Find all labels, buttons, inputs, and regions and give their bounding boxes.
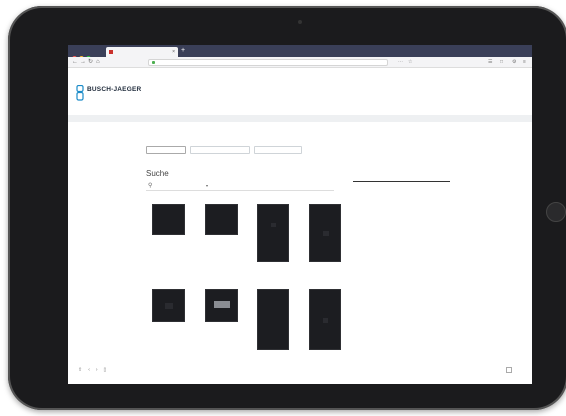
extension-icon[interactable]: ⚙	[512, 59, 516, 65]
logo-name: BUSCH-JAEGER	[87, 86, 142, 93]
logo[interactable]: BUSCH-JAEGER	[76, 85, 142, 101]
product-image	[257, 204, 289, 262]
page-title: Suche	[146, 169, 169, 178]
product-detail	[323, 231, 329, 236]
logo-icon	[76, 85, 84, 101]
product-detail	[271, 223, 276, 227]
forward-icon[interactable]: →	[80, 59, 86, 66]
search-bar: ⚲ ▾	[146, 182, 334, 191]
star-icon[interactable]: ☆	[408, 59, 412, 65]
product-image	[309, 204, 341, 262]
home-icon[interactable]: ⌂	[96, 59, 100, 66]
tab-close-icon[interactable]: ×	[172, 47, 175, 57]
reload-icon[interactable]: ↻	[88, 59, 93, 66]
back-icon[interactable]: ←	[72, 59, 78, 66]
search-icon: ⚲	[148, 183, 153, 189]
footer-link-boxed[interactable]	[506, 367, 512, 373]
browser-toolbar: ← → ↻ ⌂ ⋯ ☆ ☰ □ ⚙ ≡	[68, 57, 532, 68]
tab-third[interactable]	[254, 146, 302, 154]
footer-links	[498, 367, 524, 373]
browser-tab-bar: × +	[68, 45, 532, 61]
lock-icon	[152, 61, 155, 64]
breadcrumb	[68, 115, 532, 122]
tab-second[interactable]	[190, 146, 250, 154]
footer-icons: ⇧ ‹ › ▯	[78, 367, 112, 373]
product-image	[152, 289, 185, 322]
new-tab-button[interactable]: +	[181, 46, 185, 56]
browser-tab[interactable]: ×	[106, 47, 178, 57]
product-detail	[165, 303, 173, 309]
address-bar[interactable]	[148, 59, 388, 66]
favicon-icon	[109, 50, 113, 54]
tab-search[interactable]	[146, 146, 186, 154]
panel-divider	[353, 181, 450, 182]
search-input[interactable]	[158, 184, 200, 189]
product-image	[257, 289, 289, 350]
bookmark-icon[interactable]: ▯	[104, 367, 107, 373]
menu-icon[interactable]: ≡	[523, 59, 526, 65]
header-links	[506, 101, 522, 105]
tablet-frame: × + ← → ↻ ⌂ ⋯ ☆ ☰ □ ⚙ ≡ BUSCH-JAEGER Suc…	[8, 6, 566, 410]
sidebar-icon[interactable]: □	[500, 59, 503, 65]
product-image	[205, 289, 238, 322]
chevron-down-icon[interactable]: ▾	[206, 183, 208, 188]
page-actions-icon[interactable]: ⋯	[398, 59, 403, 65]
product-detail	[323, 318, 328, 323]
product-image	[152, 204, 185, 235]
library-icon[interactable]: ☰	[488, 59, 492, 65]
browser-screen: × + ← → ↻ ⌂ ⋯ ☆ ☰ □ ⚙ ≡ BUSCH-JAEGER Suc…	[68, 45, 532, 384]
product-display	[214, 301, 230, 308]
forward-icon[interactable]: ›	[96, 367, 98, 373]
product-image	[309, 289, 341, 350]
share-icon[interactable]: ⇧	[78, 367, 82, 373]
home-button[interactable]	[546, 202, 566, 222]
search-tabs	[146, 146, 306, 154]
product-image	[205, 204, 238, 235]
camera	[298, 20, 302, 24]
back-icon[interactable]: ‹	[88, 367, 90, 373]
